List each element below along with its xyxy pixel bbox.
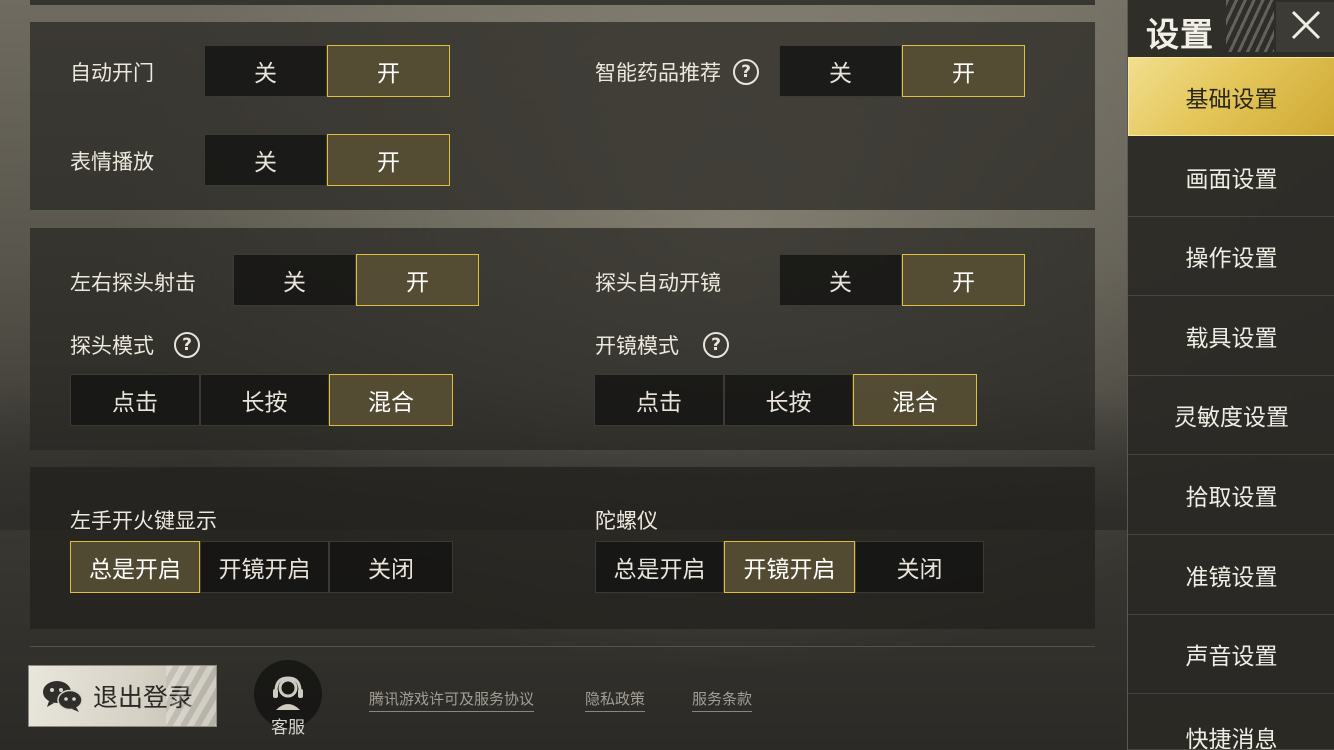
peek-mode-hold[interactable]: 长按 bbox=[200, 374, 329, 426]
customer-service-label: 客服 bbox=[271, 718, 305, 738]
left-fire-selector: 总是开启 开镜开启 关闭 bbox=[70, 541, 453, 593]
left-fire-off[interactable]: 关闭 bbox=[329, 541, 453, 593]
tab-quick-messages[interactable]: 快捷消息 bbox=[1128, 695, 1334, 750]
emote-off[interactable]: 关 bbox=[204, 134, 327, 186]
peek-fire-text: 左右探头射击 bbox=[70, 271, 196, 295]
emote-toggle: 关 开 bbox=[204, 134, 450, 186]
peek-scope-on[interactable]: 开 bbox=[902, 254, 1025, 306]
peek-mode-mixed[interactable]: 混合 bbox=[329, 374, 453, 426]
gyro-label: 陀螺仪 bbox=[595, 505, 658, 535]
peek-mode-tap[interactable]: 点击 bbox=[70, 374, 200, 426]
terms-of-service-link[interactable]: 服务条款 bbox=[692, 688, 753, 712]
panel-top-edge bbox=[30, 0, 1095, 5]
tab-sensitivity-settings[interactable]: 灵敏度设置 bbox=[1128, 376, 1334, 455]
settings-sidebar: 设置 基础设置 画面设置 操作设置 载具设置 灵敏度设置 拾取设置 准镜设置 声… bbox=[1127, 0, 1334, 750]
gyro-scope[interactable]: 开镜开启 bbox=[724, 541, 855, 593]
auto-door-on[interactable]: 开 bbox=[327, 45, 450, 97]
customer-service-button[interactable]: 客服 bbox=[252, 660, 324, 738]
close-icon bbox=[1289, 8, 1323, 46]
logout-button[interactable]: 退出登录 bbox=[28, 665, 217, 727]
peek-fire-off[interactable]: 关 bbox=[233, 254, 356, 306]
emote-on[interactable]: 开 bbox=[327, 134, 450, 186]
gyro-always[interactable]: 总是开启 bbox=[595, 541, 724, 593]
peek-mode-label: 探头模式 ? bbox=[70, 330, 200, 360]
peek-scope-toggle: 关 开 bbox=[779, 254, 1025, 306]
sidebar-header: 设置 bbox=[1128, 0, 1334, 57]
peek-fire-label: 左右探头射击 bbox=[70, 267, 196, 297]
scope-mode-tap[interactable]: 点击 bbox=[594, 374, 724, 426]
left-fire-label: 左手开火键显示 bbox=[70, 505, 217, 535]
scope-mode-mixed[interactable]: 混合 bbox=[853, 374, 977, 426]
gyro-off[interactable]: 关闭 bbox=[855, 541, 984, 593]
sidebar-title: 设置 bbox=[1146, 15, 1214, 54]
peek-mode-text: 探头模式 bbox=[70, 334, 154, 358]
scope-mode-hold[interactable]: 长按 bbox=[724, 374, 853, 426]
tab-sound-settings[interactable]: 声音设置 bbox=[1128, 615, 1334, 694]
scope-mode-text: 开镜模式 bbox=[595, 334, 679, 358]
help-icon[interactable]: ? bbox=[733, 59, 759, 85]
auto-door-toggle: 关 开 bbox=[204, 45, 450, 97]
help-icon[interactable]: ? bbox=[703, 332, 729, 358]
gyro-text: 陀螺仪 bbox=[595, 509, 658, 533]
smart-meds-toggle: 关 开 bbox=[779, 45, 1025, 97]
left-fire-always[interactable]: 总是开启 bbox=[70, 541, 200, 593]
emote-text: 表情播放 bbox=[70, 150, 154, 174]
peek-scope-text: 探头自动开镜 bbox=[595, 271, 721, 295]
auto-door-label: 自动开门 bbox=[70, 57, 154, 87]
license-agreement-link[interactable]: 腾讯游戏许可及服务协议 bbox=[369, 688, 535, 712]
tab-pickup-settings[interactable]: 拾取设置 bbox=[1128, 456, 1334, 535]
smart-meds-label: 智能药品推荐 ? bbox=[595, 57, 759, 87]
help-icon[interactable]: ? bbox=[174, 332, 200, 358]
left-fire-text: 左手开火键显示 bbox=[70, 509, 217, 533]
peek-scope-label: 探头自动开镜 bbox=[595, 267, 721, 297]
smart-meds-off[interactable]: 关 bbox=[779, 45, 902, 97]
header-decoration bbox=[1226, 0, 1274, 52]
tab-graphics-settings[interactable]: 画面设置 bbox=[1128, 138, 1334, 217]
wechat-icon bbox=[41, 678, 85, 714]
auto-door-text: 自动开门 bbox=[70, 61, 154, 85]
tab-controls-settings[interactable]: 操作设置 bbox=[1128, 217, 1334, 296]
smart-meds-text: 智能药品推荐 bbox=[595, 61, 721, 85]
smart-meds-on[interactable]: 开 bbox=[902, 45, 1025, 97]
scope-mode-label: 开镜模式 ? bbox=[595, 330, 729, 360]
peek-fire-on[interactable]: 开 bbox=[356, 254, 479, 306]
logout-label: 退出登录 bbox=[93, 683, 194, 712]
auto-door-off[interactable]: 关 bbox=[204, 45, 327, 97]
close-button[interactable] bbox=[1276, 2, 1334, 52]
tab-crosshair-settings[interactable]: 准镜设置 bbox=[1128, 536, 1334, 615]
emote-label: 表情播放 bbox=[70, 146, 154, 176]
peek-mode-selector: 点击 长按 混合 bbox=[70, 374, 453, 426]
gyro-selector: 总是开启 开镜开启 关闭 bbox=[595, 541, 984, 593]
tab-vehicle-settings[interactable]: 载具设置 bbox=[1128, 297, 1334, 376]
peek-fire-toggle: 关 开 bbox=[233, 254, 479, 306]
scope-mode-selector: 点击 长按 混合 bbox=[594, 374, 977, 426]
left-fire-scope[interactable]: 开镜开启 bbox=[200, 541, 329, 593]
peek-scope-off[interactable]: 关 bbox=[779, 254, 902, 306]
privacy-policy-link[interactable]: 隐私政策 bbox=[585, 688, 646, 712]
footer-divider bbox=[30, 646, 1095, 647]
tab-basic-settings[interactable]: 基础设置 bbox=[1128, 57, 1334, 136]
